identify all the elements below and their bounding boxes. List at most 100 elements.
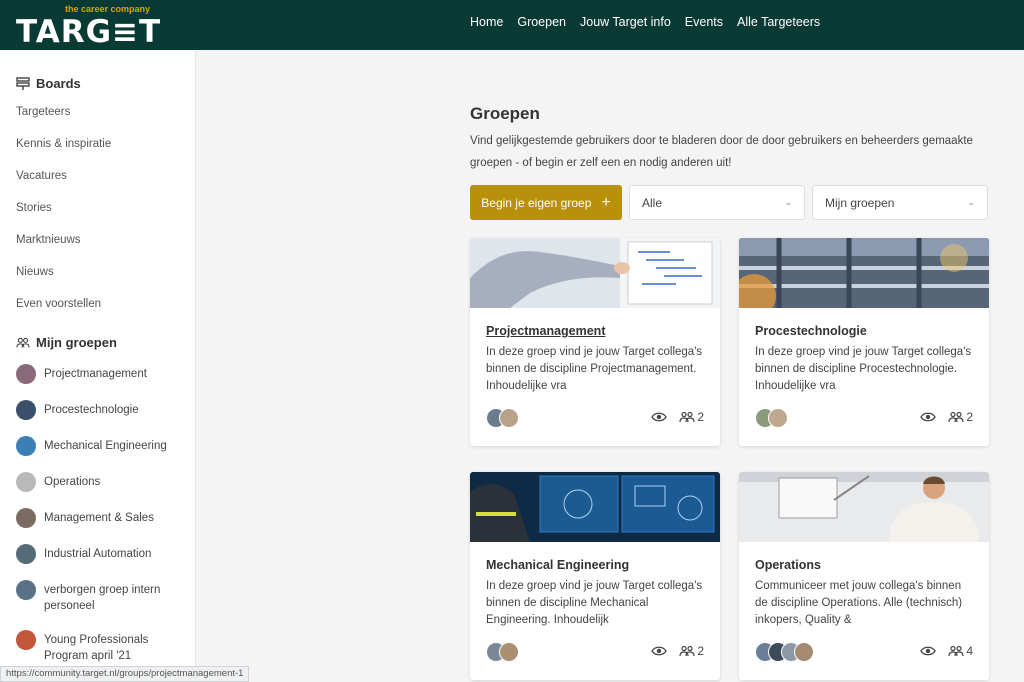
- brand-tagline: the career company: [64, 4, 150, 14]
- group-label: Projectmanagement: [44, 368, 147, 380]
- member-count: 2: [679, 644, 704, 658]
- group-card-mechanical-engineering[interactable]: Mechanical Engineering In deze groep vin…: [470, 472, 720, 680]
- nav-groepen[interactable]: Groepen: [517, 15, 566, 29]
- filter-mine-select[interactable]: Mijn groepen ⌄: [812, 185, 988, 220]
- eye-icon: [920, 646, 937, 656]
- filter-mine-value: Mijn groepen: [825, 195, 895, 210]
- boards-heading: Boards: [16, 76, 81, 91]
- group-label: Mechanical Engineering: [44, 440, 167, 452]
- users-icon: [679, 411, 695, 423]
- sidebar-item-even-voorstellen[interactable]: Even voorstellen: [16, 298, 101, 310]
- nav-jouw-target-info[interactable]: Jouw Target info: [580, 15, 671, 29]
- my-groups-title: Mijn groepen: [36, 335, 117, 350]
- group-avatar: [16, 580, 36, 600]
- sidebar-group-industrial-automation[interactable]: Industrial Automation: [16, 544, 192, 564]
- group-avatar: [16, 630, 36, 650]
- group-title[interactable]: Projectmanagement: [486, 324, 605, 338]
- boards-title: Boards: [36, 76, 81, 91]
- eye-icon: [651, 412, 668, 422]
- chevron-down-icon: ⌄: [967, 197, 975, 207]
- sidebar-group-management-sales[interactable]: Management & Sales: [16, 508, 192, 528]
- sidebar-group-verborgen[interactable]: verborgen groep intern personeel: [16, 580, 192, 614]
- nav-home[interactable]: Home: [470, 15, 503, 29]
- main-nav: Home Groepen Jouw Target info Events All…: [470, 15, 820, 29]
- target-logo[interactable]: the career company TARG≡T: [16, 4, 160, 50]
- group-label: Procestechnologie: [44, 404, 139, 416]
- avatar: [499, 642, 519, 662]
- group-meta: 2: [920, 410, 973, 424]
- sidebar-item-nieuws[interactable]: Nieuws: [16, 266, 54, 278]
- boards-icon: [16, 76, 30, 90]
- users-icon: [679, 645, 695, 657]
- member-count: 2: [679, 410, 704, 424]
- page-description: Vind gelijkgestemde gebruikers door te b…: [470, 135, 973, 169]
- filter-all-select[interactable]: Alle ⌄: [629, 185, 805, 220]
- group-cover-image: [739, 472, 989, 542]
- group-label: verborgen groep intern personeel: [44, 584, 161, 612]
- group-description: In deze groep vind je jouw Target colleg…: [486, 346, 703, 392]
- group-title[interactable]: Operations: [755, 558, 821, 572]
- member-count-value: 2: [697, 410, 704, 424]
- avatar: [768, 408, 788, 428]
- plus-icon: +: [601, 193, 611, 211]
- group-meta: 2: [651, 644, 704, 658]
- group-card-projectmanagement[interactable]: Projectmanagement In deze groep vind je …: [470, 238, 720, 446]
- group-label: Young Professionals Program april '21: [44, 634, 149, 662]
- group-label: Operations: [44, 476, 101, 488]
- page-title: Groepen: [470, 104, 540, 123]
- member-avatars: [486, 408, 519, 428]
- sidebar-group-projectmanagement[interactable]: Projectmanagement: [16, 364, 192, 384]
- sidebar-item-marktnieuws[interactable]: Marktnieuws: [16, 234, 81, 246]
- sidebar-item-vacatures[interactable]: Vacatures: [16, 170, 67, 182]
- new-group-label: Begin je eigen groep: [481, 195, 592, 210]
- group-avatar: [16, 364, 36, 384]
- new-group-button[interactable]: Begin je eigen groep +: [470, 185, 622, 220]
- nav-alle-targeteers[interactable]: Alle Targeteers: [737, 15, 820, 29]
- users-icon: [16, 337, 30, 347]
- sidebar: Boards Targeteers Kennis & inspiratie Va…: [0, 50, 196, 682]
- chevron-down-icon: ⌄: [784, 197, 792, 207]
- group-meta: 2: [651, 410, 704, 424]
- group-cover-image: [739, 238, 989, 318]
- member-count-value: 2: [966, 410, 973, 424]
- sidebar-item-stories[interactable]: Stories: [16, 202, 52, 214]
- group-description: Communiceer met jouw collega's binnen de…: [755, 580, 963, 626]
- group-avatar: [16, 400, 36, 420]
- eye-icon: [920, 412, 937, 422]
- sidebar-item-targeteers[interactable]: Targeteers: [16, 106, 70, 118]
- sidebar-item-kennis[interactable]: Kennis & inspiratie: [16, 138, 111, 150]
- avatar: [794, 642, 814, 662]
- my-groups-heading: Mijn groepen: [16, 335, 117, 350]
- member-avatars: [486, 642, 519, 662]
- member-count-value: 2: [697, 644, 704, 658]
- group-meta: 4: [920, 644, 973, 658]
- users-icon: [948, 411, 964, 423]
- member-count-value: 4: [966, 644, 973, 658]
- filter-all-value: Alle: [642, 195, 663, 210]
- group-avatar: [16, 472, 36, 492]
- group-description: In deze groep vind je jouw Target colleg…: [486, 580, 703, 626]
- group-title[interactable]: Procestechnologie: [755, 324, 867, 338]
- member-count: 2: [948, 410, 973, 424]
- member-count: 4: [948, 644, 973, 658]
- sidebar-group-young-professionals[interactable]: Young Professionals Program april '21: [16, 630, 192, 664]
- avatar: [499, 408, 519, 428]
- member-avatars: [755, 642, 814, 662]
- group-description: In deze groep vind je jouw Target colleg…: [755, 346, 972, 392]
- group-label: Management & Sales: [44, 512, 154, 524]
- sidebar-group-mechanical-engineering[interactable]: Mechanical Engineering: [16, 436, 192, 456]
- group-avatar: [16, 436, 36, 456]
- group-avatar: [16, 508, 36, 528]
- group-card-procestechnologie[interactable]: Procestechnologie In deze groep vind je …: [739, 238, 989, 446]
- member-avatars: [755, 408, 788, 428]
- group-card-operations[interactable]: Operations Communiceer met jouw collega'…: [739, 472, 989, 680]
- nav-events[interactable]: Events: [685, 15, 723, 29]
- eye-icon: [651, 646, 668, 656]
- browser-status-url: https://community.target.nl/groups/proje…: [0, 666, 250, 682]
- group-cover-image: [470, 238, 720, 308]
- users-icon: [948, 645, 964, 657]
- group-title[interactable]: Mechanical Engineering: [486, 558, 629, 572]
- sidebar-group-operations[interactable]: Operations: [16, 472, 192, 492]
- sidebar-group-procestechnologie[interactable]: Procestechnologie: [16, 400, 192, 420]
- brand-wordmark: TARG≡T: [16, 14, 162, 50]
